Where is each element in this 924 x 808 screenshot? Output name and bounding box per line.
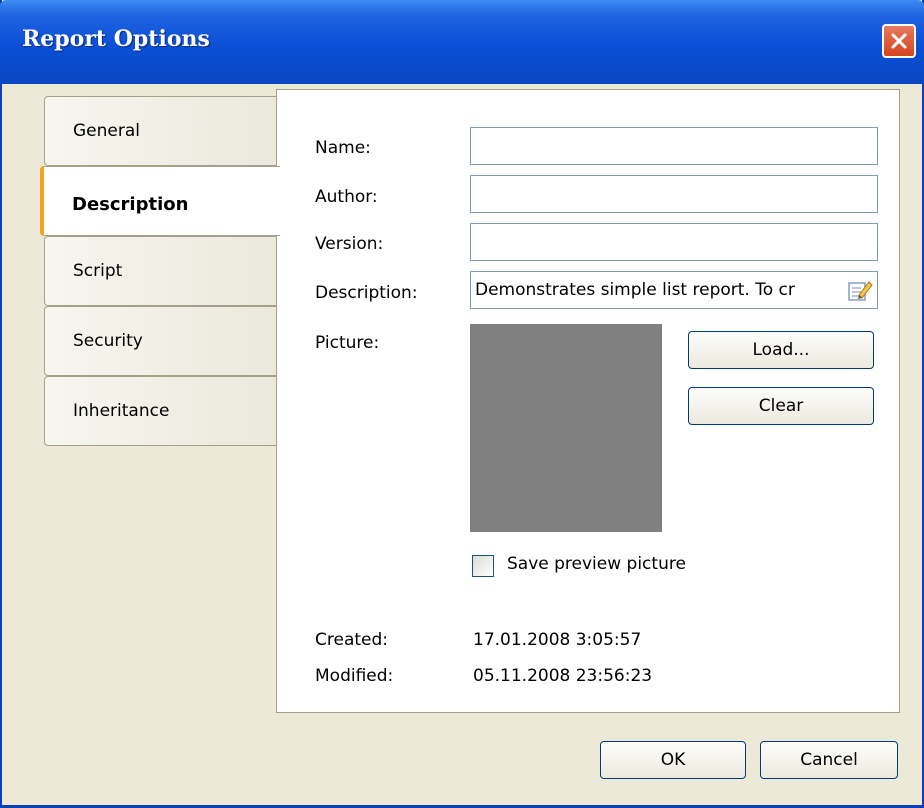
version-field[interactable]: [470, 223, 878, 261]
save-preview-checkbox[interactable]: [472, 555, 494, 577]
description-label: Description:: [315, 283, 418, 303]
tab-description[interactable]: Description: [40, 166, 280, 236]
author-label: Author:: [315, 187, 378, 207]
tab-general[interactable]: General: [44, 96, 280, 166]
modified-value: 05.11.2008 23:56:23: [473, 666, 653, 686]
clear-button[interactable]: Clear: [688, 387, 874, 425]
picture-label: Picture:: [315, 333, 380, 353]
created-value: 17.01.2008 3:05:57: [473, 630, 642, 650]
report-options-dialog: Report Options General Description Scrip…: [0, 0, 924, 808]
title-bar[interactable]: Report Options: [0, 0, 924, 84]
tab-script[interactable]: Script: [44, 236, 280, 306]
close-button[interactable]: [882, 24, 916, 58]
close-icon: [891, 33, 907, 49]
picture-preview: [470, 324, 662, 532]
modified-label: Modified:: [315, 666, 394, 686]
tab-security[interactable]: Security: [44, 306, 280, 376]
tab-label: General: [73, 121, 140, 141]
tab-label: Security: [73, 331, 143, 351]
edit-note-icon[interactable]: [847, 278, 873, 302]
name-field[interactable]: [470, 127, 878, 165]
load-button[interactable]: Load...: [688, 331, 874, 369]
description-panel: Name: Author: Version: Description: Demo…: [276, 89, 900, 713]
author-field[interactable]: [470, 175, 878, 213]
tab-inheritance[interactable]: Inheritance: [44, 376, 280, 446]
name-label: Name:: [315, 138, 371, 158]
description-value: Demonstrates simple list report. To cr: [475, 280, 795, 300]
tab-label: Script: [73, 261, 123, 281]
save-preview-label[interactable]: Save preview picture: [507, 554, 686, 574]
ok-button[interactable]: OK: [600, 741, 746, 779]
version-label: Version:: [315, 234, 384, 254]
created-label: Created:: [315, 630, 389, 650]
window-title: Report Options: [22, 26, 210, 52]
tab-label: Description: [72, 194, 189, 215]
description-field[interactable]: Demonstrates simple list report. To cr: [470, 271, 878, 309]
tab-label: Inheritance: [73, 401, 170, 421]
cancel-button[interactable]: Cancel: [760, 741, 898, 779]
